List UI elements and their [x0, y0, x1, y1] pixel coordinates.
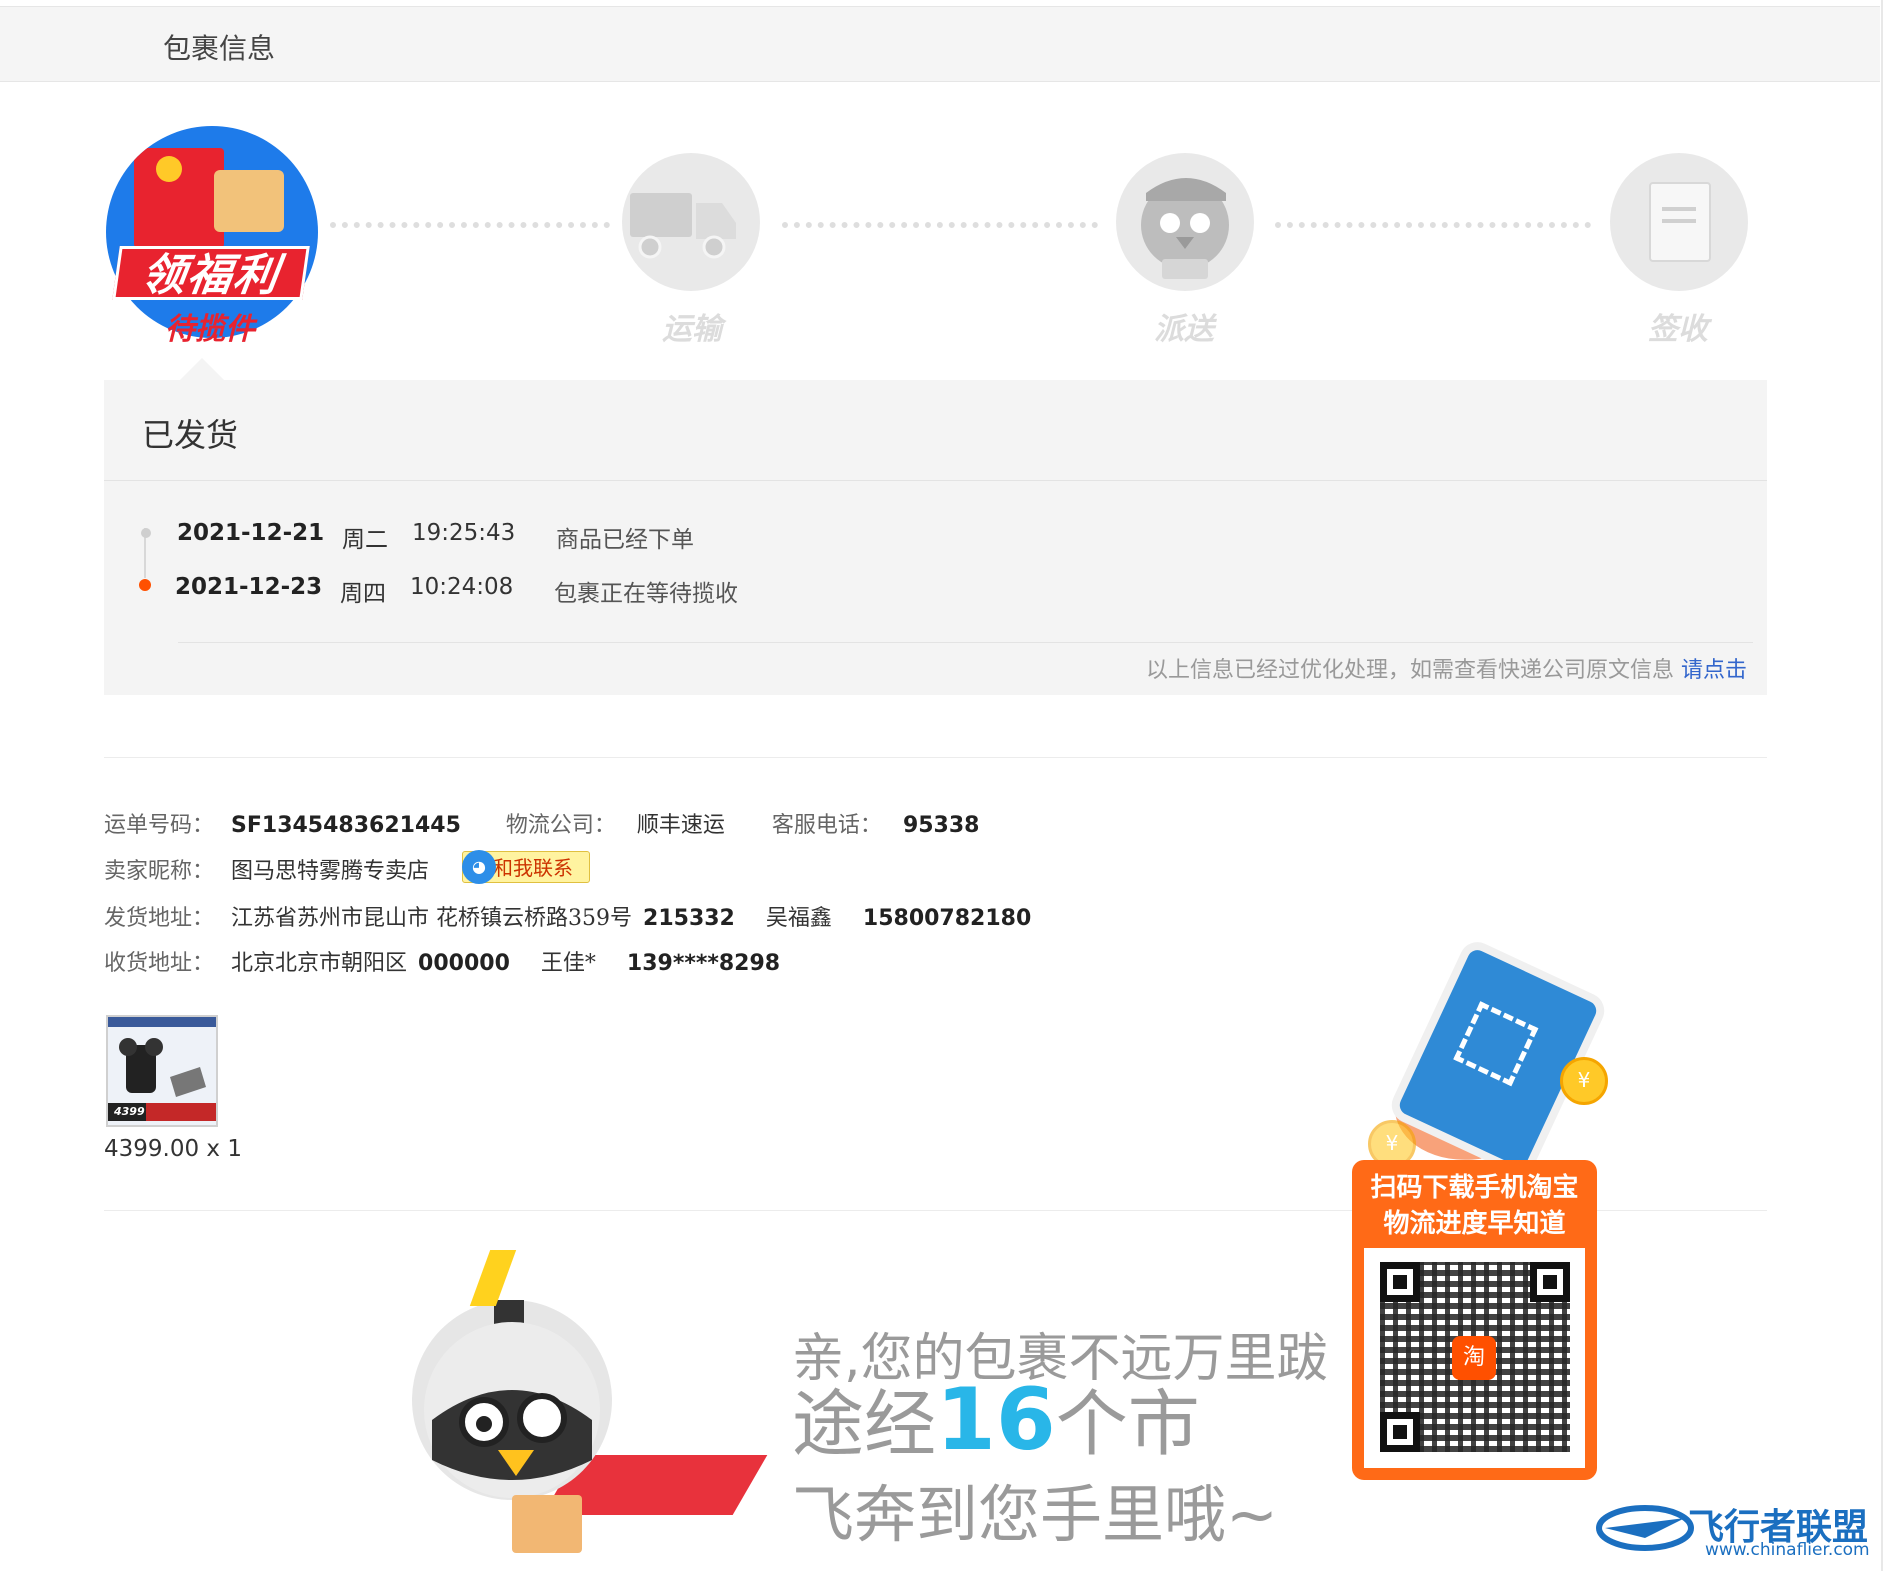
page-title: 包裹信息 [163, 32, 276, 65]
qr-card[interactable]: 扫码下载手机淘宝 物流进度早知道 淘 [1352, 1160, 1597, 1480]
service-phone-label: 客服电话： [771, 813, 882, 838]
qr-title-line-2: 物流进度早知道 [1383, 1209, 1566, 1239]
event-date: 2021-12-21 [177, 520, 325, 546]
step-label-transit: 运输 [662, 312, 722, 347]
event-desc: 包裹正在等待揽收 [554, 581, 738, 607]
status-note: 以上信息已经过优化处理，如需查看快递公司原文信息 请点击 [1146, 652, 1747, 684]
event-time: 10:24:08 [410, 574, 514, 600]
from-phone: 15800782180 [862, 906, 1032, 931]
company-label: 物流公司： [505, 813, 616, 838]
step-label-pending-pickup: 待揽件 [165, 312, 255, 347]
to-address-label: 收货地址： [104, 951, 215, 976]
watermark-plane-icon [1595, 1498, 1695, 1554]
to-name: 王佳* [540, 951, 596, 976]
product-thumbnail[interactable]: 4399 [106, 1015, 218, 1127]
seller-label: 卖家昵称： [104, 859, 215, 884]
watermark-url: www.chinaflier.com [1705, 1540, 1870, 1560]
promo-line-2-suffix: 个市 [1055, 1382, 1200, 1466]
timeline-dot [141, 528, 151, 538]
promo-line-3: 飞奔到您手里哦~ [792, 1478, 1278, 1551]
from-address-row: 发货地址： 江苏省苏州市昆山市 花桥镇云桥路359号 215332 吴福鑫 15… [104, 900, 1031, 932]
status-pointer [180, 358, 224, 380]
status-title: 已发货 [142, 416, 239, 454]
to-address: 北京北京市朝阳区 [231, 951, 408, 976]
timeline-dot-current [139, 579, 151, 591]
promo-line-2: 途经16个市 [792, 1377, 1200, 1466]
waybill-number: SF1345483621445 [231, 813, 461, 838]
step-connector [782, 222, 1098, 234]
status-note-text: 以上信息已经过优化处理，如需查看快递公司原文信息 [1145, 658, 1674, 683]
page-right-border [1881, 0, 1883, 1571]
qr-finder [1380, 1412, 1420, 1452]
from-name: 吴福鑫 [765, 906, 832, 931]
divider [104, 480, 1767, 481]
receipt-icon [1610, 153, 1748, 291]
tracking-status-panel: 已发货 2021-12-21 周二 19:25:43 商品已经下单 2021-1… [104, 380, 1767, 695]
product-thumb-badge: 4399 [114, 1105, 145, 1118]
to-address-row: 收货地址： 北京北京市朝阳区 000000 王佳* 139****8298 [104, 945, 780, 977]
seller-name: 图马思特雾腾专卖店 [231, 859, 430, 884]
city-count: 16 [936, 1370, 1056, 1470]
promo-banner[interactable]: 领福利 [112, 246, 310, 301]
step-connector [1275, 222, 1591, 234]
step-label-delivery: 派送 [1154, 312, 1214, 347]
service-phone: 95338 [902, 813, 980, 838]
courier-mascot-icon [412, 1290, 612, 1500]
qr-code-container[interactable]: 淘 [1364, 1248, 1585, 1468]
step-label-signed: 签收 [1648, 312, 1708, 347]
seller-row: 卖家昵称： 图马思特雾腾专卖店 [104, 853, 429, 885]
company-name: 顺丰速运 [636, 813, 725, 838]
from-address-label: 发货地址： [104, 906, 215, 931]
taobao-logo-icon: 淘 [1452, 1336, 1496, 1380]
from-zip: 215332 [643, 906, 735, 931]
truck-icon [622, 153, 760, 291]
waybill-label: 运单号码： [104, 813, 215, 838]
lightning-icon [469, 1250, 517, 1306]
event-time: 19:25:43 [412, 520, 516, 546]
chat-bubble-icon[interactable]: ◕ [462, 850, 496, 884]
divider [178, 642, 1753, 643]
qr-title-line-1: 扫码下载手机淘宝 [1370, 1173, 1579, 1203]
from-address: 江苏省苏州市昆山市 花桥镇云桥路359号 [231, 906, 633, 931]
qr-title: 扫码下载手机淘宝 物流进度早知道 [1352, 1170, 1597, 1242]
waybill-row: 运单号码： SF1345483621445 物流公司： 顺丰速运 客服电话： 9… [104, 807, 979, 839]
event-desc: 商品已经下单 [556, 527, 694, 553]
page-header: 包裹信息 [0, 6, 1880, 82]
event-weekday: 周二 [342, 527, 388, 553]
qr-finder [1380, 1262, 1420, 1302]
coin-icon: ¥ [1560, 1057, 1608, 1105]
event-weekday: 周四 [340, 581, 386, 607]
product-price-quantity: 4399.00 x 1 [104, 1136, 242, 1162]
divider [104, 757, 1767, 758]
step-connector [330, 222, 610, 234]
to-zip: 000000 [418, 951, 510, 976]
promo-line-2-prefix: 途经 [792, 1382, 937, 1466]
to-phone: 139****8298 [626, 951, 781, 976]
original-info-link[interactable]: 请点击 [1681, 658, 1747, 683]
qr-finder [1530, 1262, 1570, 1302]
package-icon [512, 1495, 582, 1553]
event-date: 2021-12-23 [175, 574, 323, 600]
courier-bird-icon [1116, 153, 1254, 291]
